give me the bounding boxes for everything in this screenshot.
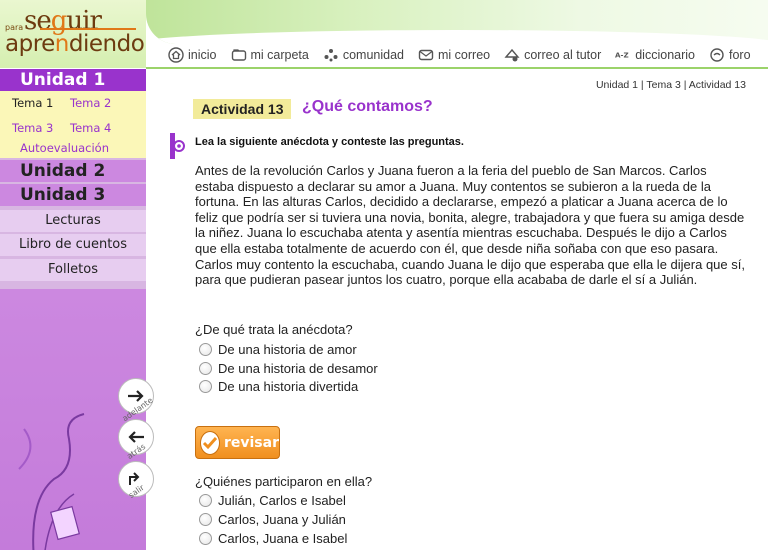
instruction-text: Lea la siguiente anécdota y conteste las… (195, 136, 464, 148)
radio-button[interactable] (199, 531, 212, 545)
q1-option-3[interactable]: De una historia divertida (199, 378, 358, 394)
nav-label: inicio (188, 48, 217, 62)
home-icon (168, 47, 184, 63)
logo-underline (40, 28, 136, 30)
nav-inicio[interactable]: inicio (168, 47, 217, 63)
question-1: ¿De qué trata la anécdota? (195, 322, 353, 337)
story-text: Antes de la revolución Carlos y Juana fu… (195, 163, 745, 288)
revisar-label: revisar (223, 434, 279, 451)
revisar-button[interactable]: revisar (195, 426, 280, 459)
option-label: De una historia divertida (218, 378, 359, 394)
reading-figure-illustration (18, 413, 85, 550)
radio-button[interactable] (199, 493, 212, 507)
sidebar-tema-1[interactable]: Tema 1 (12, 96, 53, 110)
nav-label: correo al tutor (524, 48, 602, 62)
unidad-1-submenu: Tema 1 Tema 2 Tema 3 Tema 4 Autoevaluaci… (0, 91, 146, 158)
logo-aprendiendo: aprendiendo (5, 31, 145, 57)
q2-option-2[interactable]: Carlos, Juana y Julián (199, 511, 346, 527)
nav-label: comunidad (342, 48, 405, 62)
folder-icon (231, 47, 247, 63)
sidebar-tema-3[interactable]: Tema 3 (12, 121, 53, 135)
sidebar-unidad-1[interactable]: Unidad 1 (0, 69, 146, 91)
nav-mi-correo[interactable]: mi correo (418, 47, 490, 63)
nav-label: mi carpeta (250, 48, 309, 62)
tutor-mail-icon (504, 47, 520, 63)
logo[interactable]: para seguir aprendiendo (0, 0, 146, 68)
sidebar-tema-2[interactable]: Tema 2 (70, 96, 111, 110)
q1-option-2[interactable]: De una historia de desamor (199, 360, 378, 376)
option-label: De una historia de amor (218, 341, 357, 357)
activity-title: ¿Qué contamos? (302, 98, 433, 115)
sidebar-folletos[interactable]: Folletos (0, 259, 146, 281)
nav-mi-carpeta[interactable]: mi carpeta (231, 47, 309, 63)
sidebar-autoevaluacion[interactable]: Autoevaluación (20, 141, 109, 155)
breadcrumb: Unidad 1 | Tema 3 | Actividad 13 (595, 79, 746, 91)
question-2: ¿Quiénes participaron en ella? (195, 474, 373, 489)
radio-button[interactable] (199, 379, 212, 393)
nav-foro[interactable]: foro (709, 47, 751, 63)
sidebar-unidad-2[interactable]: Unidad 2 (0, 160, 146, 182)
option-label: De una historia de desamor (218, 360, 378, 376)
option-label: Carlos, Juana y Julián (218, 511, 346, 527)
svg-text:A-Z: A-Z (615, 51, 629, 60)
option-label: Carlos, Juana e Isabel (218, 530, 348, 546)
forum-icon (709, 47, 725, 63)
checkmark-icon (200, 430, 220, 455)
radio-button[interactable] (199, 512, 212, 526)
sidebar-tema-4[interactable]: Tema 4 (70, 121, 111, 135)
sidebar-libro-de-cuentos[interactable]: Libro de cuentos (0, 234, 146, 256)
dictionary-icon: A-Z (615, 47, 631, 63)
header-divider (146, 67, 768, 69)
community-icon (323, 47, 339, 63)
radio-button[interactable] (199, 342, 212, 356)
header-decoration (146, 0, 768, 44)
q2-option-3[interactable]: Carlos, Juana e Isabel (199, 530, 347, 546)
instruction-spiral-icon (170, 133, 185, 159)
header: para seguir aprendiendo inicio mi carpet… (0, 0, 768, 69)
radio-button[interactable] (199, 361, 212, 375)
nav-label: mi correo (438, 48, 491, 62)
nav-comunidad[interactable]: comunidad (323, 47, 404, 63)
q1-option-1[interactable]: De una historia de amor (199, 341, 357, 357)
activity-badge: Actividad 13 (193, 99, 292, 119)
sidebar-unidad-3[interactable]: Unidad 3 (0, 184, 146, 206)
nav-diccionario[interactable]: A-Z diccionario (615, 47, 695, 63)
option-label: Julián, Carlos e Isabel (218, 492, 346, 508)
top-nav: inicio mi carpeta comunidad mi correo co… (168, 44, 751, 66)
sidebar-lecturas[interactable]: Lecturas (0, 210, 146, 232)
mail-icon (418, 47, 434, 63)
q2-option-1[interactable]: Julián, Carlos e Isabel (199, 492, 346, 508)
nav-correo-al-tutor[interactable]: correo al tutor (504, 47, 601, 63)
nav-label: diccionario (635, 48, 695, 62)
nav-label: foro (729, 48, 751, 62)
